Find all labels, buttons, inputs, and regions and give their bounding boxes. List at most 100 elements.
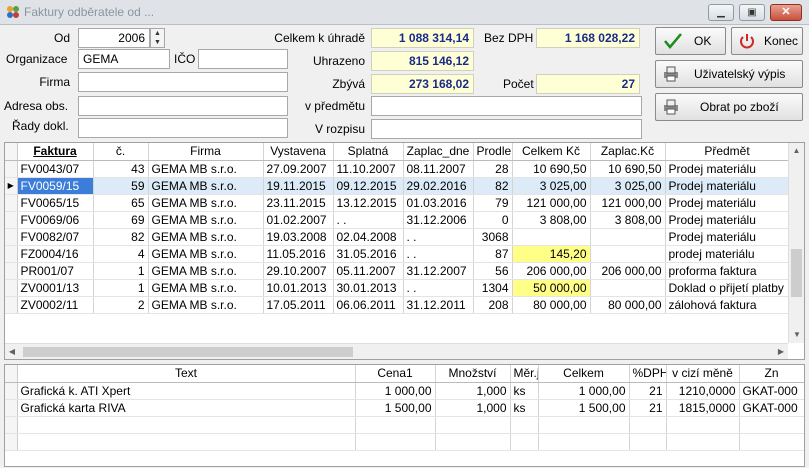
cell-vystavena[interactable]: 10.01.2013 — [263, 279, 334, 297]
cell-zaplac-dne[interactable]: 31.12.2006 — [403, 211, 474, 229]
cell-cislo[interactable]: 59 — [93, 177, 149, 195]
cell-vystavena[interactable]: 17.05.2011 — [263, 296, 334, 314]
cell-firma[interactable]: GEMA MB s.r.o. — [148, 160, 264, 178]
cell-merj[interactable]: ks — [510, 382, 539, 400]
cell-cizi-mena[interactable]: 1210,0000 — [666, 382, 740, 400]
cell-predmet[interactable]: proforma faktura — [665, 262, 790, 280]
cell-predmet[interactable]: zálohová faktura — [665, 296, 790, 314]
scroll-up-icon[interactable]: ▲ — [789, 143, 804, 159]
scroll-thumb[interactable] — [23, 347, 353, 357]
cell-cena1[interactable]: 1 500,00 — [355, 399, 436, 417]
cell-vystavena[interactable]: 19.11.2015 — [263, 177, 334, 195]
cell-cislo[interactable]: 43 — [93, 160, 149, 178]
cell-zaplac-kc[interactable]: 80 000,00 — [590, 296, 666, 314]
col-header-zaplac-dne[interactable]: Zaplac_dne — [403, 143, 474, 161]
col-header-faktura[interactable]: Faktura — [17, 143, 94, 161]
cell-splatna[interactable]: 31.05.2016 — [333, 245, 404, 263]
firma-input[interactable] — [78, 72, 288, 92]
col-header-prodlen[interactable]: Prodlen — [473, 143, 513, 161]
cell-prodlen[interactable]: 1304 — [473, 279, 513, 297]
cell-predmet[interactable]: Prodej materiálu — [665, 211, 790, 229]
col-header-dph[interactable]: %DPH — [629, 365, 667, 383]
cell-predmet[interactable]: Prodej materiálu — [665, 194, 790, 212]
col-header-firma[interactable]: Firma — [148, 143, 264, 161]
cell-firma[interactable]: GEMA MB s.r.o. — [148, 177, 264, 195]
organizace-input[interactable]: GEMA — [78, 49, 170, 69]
cell-splatna[interactable]: 06.06.2011 — [333, 296, 404, 314]
cell-cislo[interactable]: 2 — [93, 296, 149, 314]
cell-zaplac-dne[interactable]: 08.11.2007 — [403, 160, 474, 178]
scroll-right-icon[interactable]: ▶ — [774, 344, 788, 360]
col-header-mnozstvi[interactable]: Množství — [435, 365, 511, 383]
cell-celkem-highlighted[interactable]: 145,20 — [512, 245, 591, 263]
cell-predmet[interactable]: Doklad o přijetí platby — [665, 279, 790, 297]
cell-prodlen[interactable]: 79 — [473, 194, 513, 212]
scroll-left-icon[interactable]: ◀ — [5, 344, 19, 360]
cell-zaplac-kc[interactable]: 10 690,50 — [590, 160, 666, 178]
cell-merj[interactable]: ks — [510, 399, 539, 417]
cell-cislo[interactable]: 1 — [93, 262, 149, 280]
cell-prodlen[interactable]: 3068 — [473, 228, 513, 246]
col-header-cizi-mena[interactable]: v cizí měně — [666, 365, 740, 383]
cell-zaplac-kc[interactable]: 121 000,00 — [590, 194, 666, 212]
scroll-thumb[interactable] — [791, 249, 802, 297]
cell-splatna[interactable]: 05.11.2007 — [333, 262, 404, 280]
scroll-down-icon[interactable]: ▼ — [789, 327, 805, 343]
cell-text[interactable]: Grafická karta RIVA — [17, 399, 356, 417]
table-row[interactable]: FV0065/15 65 GEMA MB s.r.o. 23.11.2015 13.12… — [5, 194, 790, 212]
cell-cislo[interactable]: 65 — [93, 194, 149, 212]
table-row[interactable]: FV0082/07 82 GEMA MB s.r.o. 19.03.2008 02.04… — [5, 228, 790, 246]
year-spinner[interactable]: ▲ ▼ — [150, 28, 165, 48]
cell-dph[interactable]: 21 — [629, 399, 667, 417]
col-header-zn[interactable]: Zn — [739, 365, 804, 383]
cell-predmet[interactable]: prodej materiálu — [665, 245, 790, 263]
cell-splatna[interactable]: 02.04.2008 — [333, 228, 404, 246]
cell-splatna[interactable]: 13.12.2015 — [333, 194, 404, 212]
cell-celkem[interactable] — [512, 228, 591, 246]
cell-firma[interactable]: GEMA MB s.r.o. — [148, 211, 264, 229]
table-row[interactable]: FV0043/07 43 GEMA MB s.r.o. 27.09.2007 11.10… — [5, 160, 790, 178]
col-header-text[interactable]: Text — [17, 365, 356, 383]
table-row[interactable]: FZ0004/16 4 GEMA MB s.r.o. 11.05.2016 31.05.… — [5, 245, 790, 263]
cell-vystavena[interactable]: 29.10.2007 — [263, 262, 334, 280]
konec-button[interactable]: Konec — [731, 27, 803, 55]
col-header-cena1[interactable]: Cena1 — [355, 365, 436, 383]
cell-firma[interactable]: GEMA MB s.r.o. — [148, 262, 264, 280]
cell-text[interactable]: Grafická k. ATI Xpert — [17, 382, 356, 400]
cell-splatna[interactable]: 09.12.2015 — [333, 177, 404, 195]
cell-faktura[interactable]: ZV0001/13 — [17, 279, 94, 297]
cell-faktura[interactable]: FZ0004/16 — [17, 245, 94, 263]
spin-up-icon[interactable]: ▲ — [151, 29, 164, 38]
col-header-merj[interactable]: Měr.j. — [510, 365, 539, 383]
cell-cizi-mena[interactable]: 1815,0000 — [666, 399, 740, 417]
cell-prodlen[interactable]: 0 — [473, 211, 513, 229]
cell-prodlen[interactable]: 56 — [473, 262, 513, 280]
cell-prodlen[interactable]: 28 — [473, 160, 513, 178]
table-row[interactable]: ZV0002/11 2 GEMA MB s.r.o. 17.05.2011 06.06.… — [5, 296, 790, 314]
col-header-vystavena[interactable]: Vystavena — [263, 143, 334, 161]
cell-vystavena[interactable]: 27.09.2007 — [263, 160, 334, 178]
col-header-cislo[interactable]: č. — [93, 143, 149, 161]
cell-splatna[interactable]: . . — [333, 211, 404, 229]
vpredmetu-input[interactable] — [371, 96, 642, 116]
cell-firma[interactable]: GEMA MB s.r.o. — [148, 245, 264, 263]
cell-zaplac-dne[interactable]: 29.02.2016 — [403, 177, 474, 195]
cell-faktura[interactable]: FV0082/07 — [17, 228, 94, 246]
cell-zaplac-dne[interactable]: . . — [403, 245, 474, 263]
cell-faktura[interactable]: PR001/07 — [17, 262, 94, 280]
invoice-horizontal-scrollbar[interactable]: ◀ ▶ — [5, 343, 788, 359]
cell-faktura[interactable]: FV0065/15 — [17, 194, 94, 212]
cell-cislo[interactable]: 82 — [93, 228, 149, 246]
cell-prodlen[interactable]: 87 — [473, 245, 513, 263]
table-row-selected[interactable]: ▶ FV0059/15 59 GEMA MB s.r.o. 19.11.2015 09.1… — [5, 177, 790, 195]
obrat-po-zbozi-button[interactable]: Obrat po zboží — [655, 93, 803, 121]
cell-zaplac-kc[interactable]: 206 000,00 — [590, 262, 666, 280]
minimize-button[interactable]: ▁ — [708, 4, 734, 21]
items-grid[interactable]: Text Cena1 Množství Měr.j. Celkem %DPH v… — [4, 364, 805, 467]
cell-mnozstvi[interactable]: 1,000 — [435, 399, 511, 417]
cell-zaplac-dne[interactable]: . . — [403, 279, 474, 297]
cell-celkem[interactable]: 206 000,00 — [512, 262, 591, 280]
cell-splatna[interactable]: 30.01.2013 — [333, 279, 404, 297]
cell-zaplac-dne[interactable]: 31.12.2007 — [403, 262, 474, 280]
cell-celkem[interactable]: 1 500,00 — [538, 399, 630, 417]
